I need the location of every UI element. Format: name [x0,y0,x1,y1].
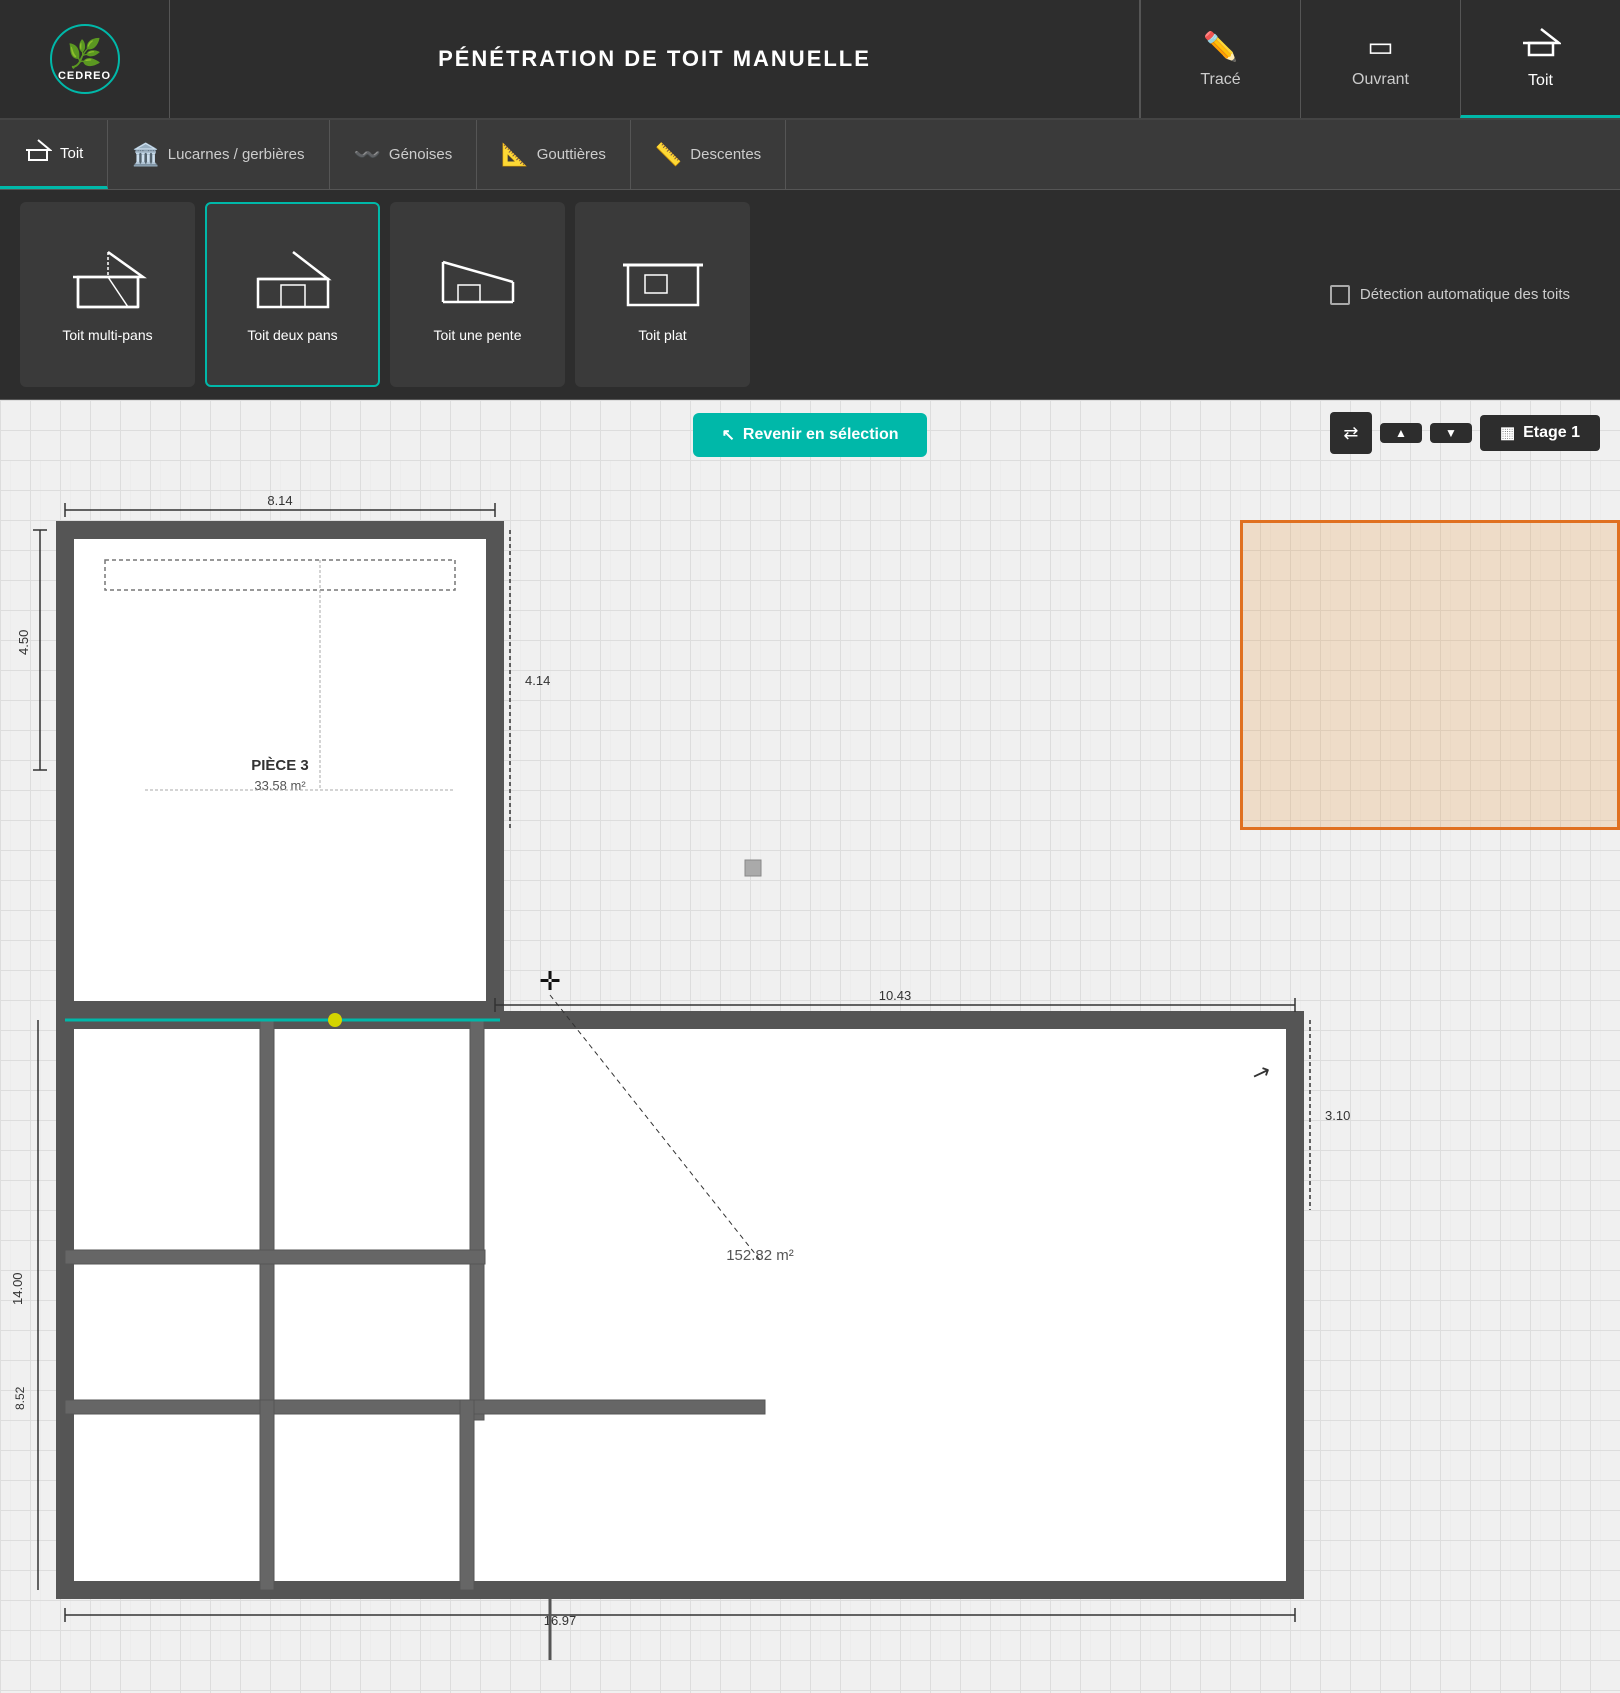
floor-icon: ▦ [1500,423,1515,443]
nav-tab-lucarnes-label: Lucarnes / gerbières [168,146,305,163]
nav-tab-genoises[interactable]: 〰️ Génoises [330,120,478,189]
toit-nav-icon [24,138,52,168]
svg-text:10.43: 10.43 [879,988,912,1003]
svg-text:14.00: 14.00 [10,1272,25,1305]
svg-text:33.58 m²: 33.58 m² [254,778,306,793]
nav-tab-gouttieres-label: Gouttières [537,146,606,163]
return-button-label: Revenir en sélection [743,426,899,444]
toit-plat-icon [623,247,703,315]
descentes-icon: 📏 [655,142,682,168]
roof-icon [1521,25,1561,64]
multi-pans-icon [68,247,148,315]
svg-text:152.82 m²: 152.82 m² [726,1247,794,1264]
app-title: PÉNÉTRATION DE TOIT MANUELLE [438,46,871,72]
multi-pans-label: Toit multi-pans [62,327,152,343]
app-title-area: PÉNÉTRATION DE TOIT MANUELLE [170,0,1140,118]
gouttieres-icon: 📐 [501,142,528,168]
roof-type-plat[interactable]: Toit plat [575,202,750,387]
nav-tab-lucarnes[interactable]: 🏛️ Lucarnes / gerbières [108,120,329,189]
second-nav-bar: Toit 🏛️ Lucarnes / gerbières 〰️ Génoises… [0,120,1620,190]
roof-type-deux-pans[interactable]: Toit deux pans [205,202,380,387]
roof-types-bar: Toit multi-pans Toit deux pans Toit une … [0,190,1620,400]
tool-ouvrant-label: Ouvrant [1352,71,1409,89]
svg-text:3.10: 3.10 [1325,1108,1350,1123]
lucarnes-icon: 🏛️ [132,142,159,168]
floor-label-text: Etage 1 [1523,424,1580,442]
return-button[interactable]: ↖ Revenir en sélection [693,413,926,457]
nav-tab-gouttieres[interactable]: 📐 Gouttières [477,120,631,189]
tool-toit[interactable]: Toit [1460,0,1620,118]
svg-text:8.14: 8.14 [267,493,292,508]
refresh-button[interactable]: ⇄ [1330,412,1372,454]
nav-tab-toit[interactable]: Toit [0,120,108,189]
roof-type-multi-pans[interactable]: Toit multi-pans [20,202,195,387]
svg-text:✛: ✛ [539,966,561,996]
tool-toit-label: Toit [1528,72,1553,90]
logo-icon: 🌿 [67,37,102,70]
pencil-icon: ✏️ [1203,30,1238,63]
floor-down-button[interactable]: ▼ [1430,423,1472,443]
auto-detect-area[interactable]: Détection automatique des toits [1330,285,1600,305]
deux-pans-label: Toit deux pans [247,327,337,343]
tool-trace[interactable]: ✏️ Tracé [1140,0,1300,118]
svg-text:8.52: 8.52 [13,1386,27,1410]
canvas-right-controls: ⇄ ▲ ▼ ▦ Etage 1 [1330,412,1600,454]
logo-area: 🌿 CEDREO [0,0,170,118]
tool-ouvrant[interactable]: ▭ Ouvrant [1300,0,1460,118]
svg-text:4.14: 4.14 [525,673,550,688]
cursor-icon: ↖ [721,425,734,445]
auto-detect-label: Détection automatique des toits [1360,286,1570,303]
orange-room [1240,520,1620,830]
roof-type-une-pente[interactable]: Toit une pente [390,202,565,387]
svg-text:4.50: 4.50 [16,630,31,655]
nav-tab-genoises-label: Génoises [389,146,452,163]
une-pente-label: Toit une pente [434,327,522,343]
logo-text: CEDREO [58,70,111,82]
top-tools: ✏️ Tracé ▭ Ouvrant Toit [1140,0,1620,118]
nav-tab-toit-label: Toit [60,145,83,162]
une-pente-icon [438,247,518,315]
auto-detect-checkbox[interactable] [1330,285,1350,305]
nav-tab-descentes-label: Descentes [690,146,761,163]
toit-plat-label: Toit plat [638,327,686,343]
tool-trace-label: Tracé [1200,71,1240,89]
logo-circle: 🌿 CEDREO [50,24,120,94]
window-icon: ▭ [1367,30,1393,63]
deux-pans-icon [253,247,333,315]
floor-up-button[interactable]: ▲ [1380,423,1422,443]
nav-tab-descentes[interactable]: 📏 Descentes [631,120,786,189]
canvas-area: ↖ Revenir en sélection ⇄ ▲ ▼ ▦ Etage 1 8… [0,400,1620,1693]
svg-text:PIÈCE 3: PIÈCE 3 [251,757,309,774]
floor-label: ▦ Etage 1 [1480,415,1600,451]
top-bar: 🌿 CEDREO PÉNÉTRATION DE TOIT MANUELLE ✏️… [0,0,1620,120]
genoises-icon: 〰️ [354,142,381,168]
